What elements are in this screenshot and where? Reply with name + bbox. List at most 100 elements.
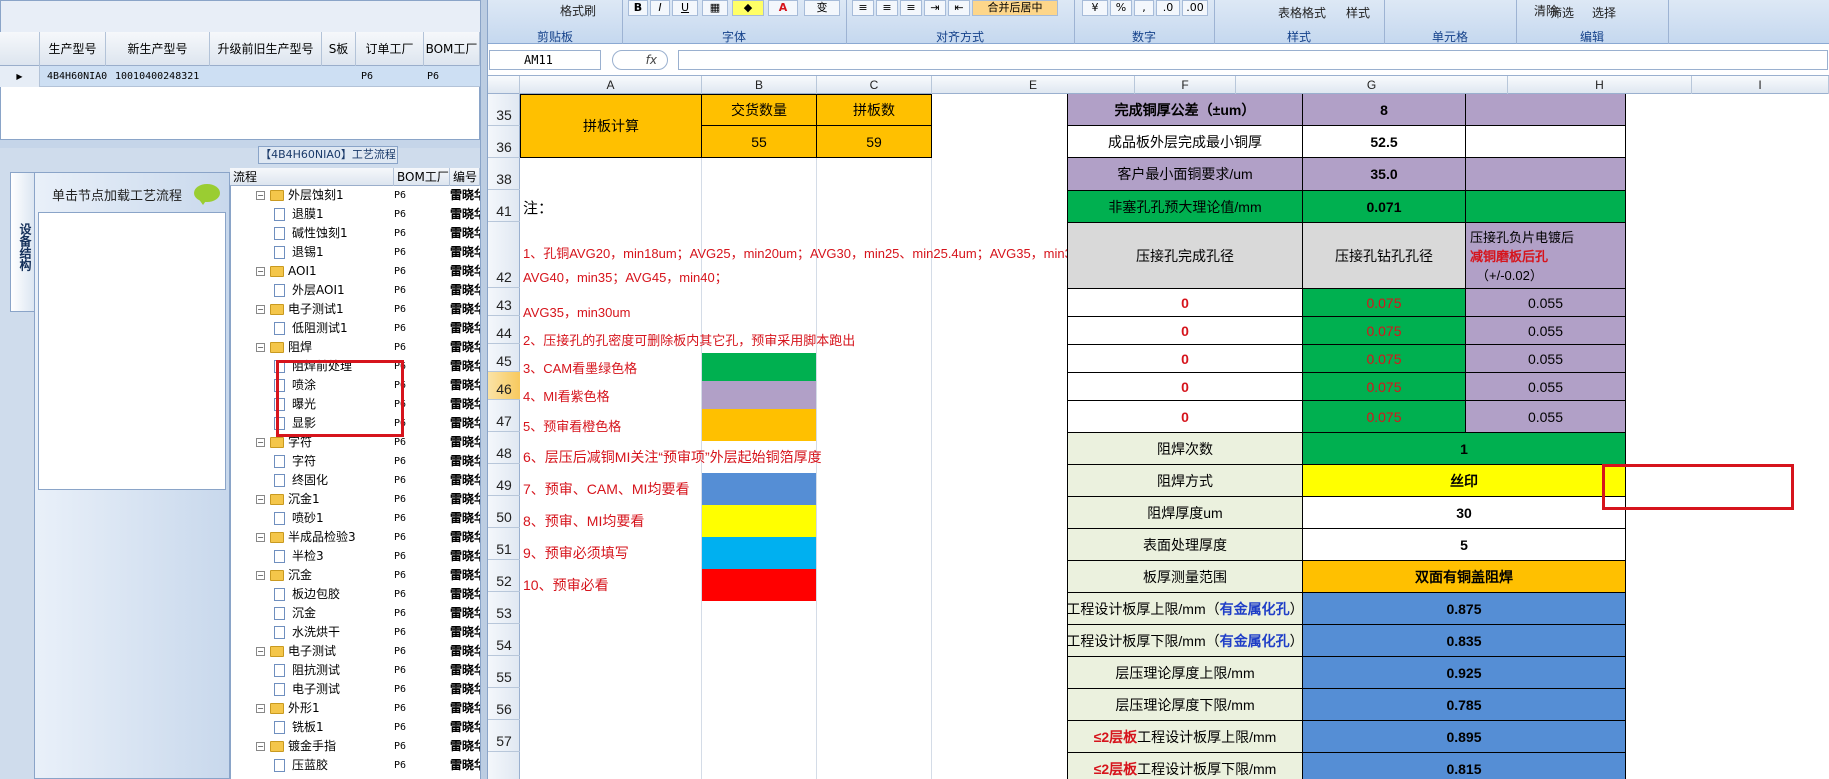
- cell-i-64[interactable]: [1466, 158, 1626, 191]
- cell-h44[interactable]: 0.075: [1303, 317, 1466, 345]
- table-row[interactable]: 4B4H60NIA0 10010400248321 P6 P6: [0, 66, 480, 87]
- cell-g41[interactable]: 非塞孔孔预大理论值/mm: [1068, 191, 1303, 223]
- row-header-49[interactable]: 49: [488, 464, 520, 496]
- insert-function-icon[interactable]: fx: [612, 50, 668, 70]
- col-header-old-model[interactable]: 升级前旧生产型号: [210, 32, 322, 66]
- cell-i45[interactable]: 0.055: [1466, 345, 1626, 373]
- underline-button[interactable]: U: [672, 0, 698, 16]
- cell-i-97[interactable]: [1466, 191, 1626, 223]
- cell-i47[interactable]: 0.055: [1466, 401, 1626, 433]
- cell-a35-pinban[interactable]: 拼板计算: [520, 94, 702, 158]
- cell-g56[interactable]: 层压理论厚度下限/mm: [1068, 689, 1303, 721]
- row-header-57[interactable]: 57: [488, 720, 520, 752]
- percent-button[interactable]: %: [1110, 0, 1132, 16]
- collapse-icon[interactable]: −: [256, 267, 265, 276]
- cell-i46[interactable]: 0.055: [1466, 373, 1626, 401]
- collapse-icon[interactable]: −: [256, 533, 265, 542]
- cell-g57[interactable]: ≤2层板 工程设计板厚上限/mm: [1068, 721, 1303, 753]
- row-header-36[interactable]: 36: [488, 126, 520, 158]
- cell-g36[interactable]: 成品板外层完成最小铜厚: [1068, 126, 1303, 158]
- tree-node-group[interactable]: − 电子测试1 P6 雷晓华: [230, 300, 480, 319]
- cell-b36-delivery-value[interactable]: 55: [701, 125, 817, 158]
- row-header-44[interactable]: 44: [488, 316, 520, 344]
- tree-node-step[interactable]: 半检3 P6 雷晓华: [230, 547, 480, 566]
- tree-node-group[interactable]: − 外层蚀刻1 P6 雷晓华: [230, 186, 480, 205]
- col-header-bom-factory[interactable]: BOM工厂: [424, 32, 480, 66]
- col-header-e[interactable]: E: [932, 76, 1135, 94]
- cell-h57[interactable]: 0.895: [1303, 721, 1626, 753]
- tree-node-step[interactable]: 终固化 P6 雷晓华: [230, 471, 480, 490]
- cell-h47[interactable]: 0.075: [1303, 401, 1466, 433]
- align-center-button[interactable]: ≡: [876, 0, 898, 16]
- tree-node-group[interactable]: − AOI1 P6 雷晓华: [230, 262, 480, 281]
- outdent-button[interactable]: ⇤: [948, 0, 970, 16]
- col-header-f[interactable]: F: [1135, 76, 1236, 94]
- row-header-56[interactable]: 56: [488, 688, 520, 720]
- col-header-order-factory[interactable]: 订单工厂: [356, 32, 424, 66]
- bold-button[interactable]: B: [628, 0, 648, 16]
- side-tab-equipment[interactable]: 设备结构: [10, 172, 34, 312]
- speech-bubble-icon[interactable]: [194, 184, 220, 205]
- swatch-blue[interactable]: [702, 473, 816, 505]
- col-header-h[interactable]: H: [1508, 76, 1692, 94]
- collapse-icon[interactable]: −: [256, 704, 265, 713]
- row-header-53[interactable]: 53: [488, 592, 520, 624]
- cell-g50[interactable]: 阻焊厚度um: [1068, 497, 1303, 529]
- phonetic-button[interactable]: 变: [804, 0, 840, 16]
- row-header-46[interactable]: 46: [488, 372, 520, 400]
- tree-node-step[interactable]: 字符 P6 雷晓华: [230, 452, 480, 471]
- cell-g35[interactable]: 完成铜厚公差（±um）: [1068, 94, 1303, 126]
- italic-button[interactable]: I: [650, 0, 670, 16]
- border-button[interactable]: ▦: [702, 0, 728, 16]
- cell-h55[interactable]: 0.925: [1303, 657, 1626, 689]
- cell-h35[interactable]: 8: [1303, 94, 1466, 126]
- tree-node-group[interactable]: − 沉金1 P6 雷晓华: [230, 490, 480, 509]
- select-all-corner[interactable]: [488, 76, 520, 94]
- row-header-38[interactable]: 38: [488, 158, 520, 190]
- tree-node-step[interactable]: 喷砂1 P6 雷晓华: [230, 509, 480, 528]
- col-header-g[interactable]: G: [1236, 76, 1508, 94]
- tree-node-step[interactable]: 水洗烘干 P6 雷晓华: [230, 623, 480, 642]
- row-header-48[interactable]: 48: [488, 432, 520, 464]
- swatch-green[interactable]: [702, 353, 816, 381]
- note-10[interactable]: 10、预审必看: [520, 569, 700, 601]
- cell-h56[interactable]: 0.785: [1303, 689, 1626, 721]
- swatch-yellow[interactable]: [702, 505, 816, 537]
- note-5[interactable]: 5、预审看橙色格: [520, 409, 700, 441]
- worksheet-grid[interactable]: 拼板计算 交货数量 拼板数 55 59 注： 1、孔铜AVG20，min18um…: [520, 94, 1829, 779]
- fill-color-button[interactable]: ◆: [732, 0, 764, 16]
- cell-h38[interactable]: 35.0: [1303, 158, 1466, 191]
- cell-h49[interactable]: 丝印: [1303, 465, 1626, 497]
- cell-h45[interactable]: 0.075: [1303, 345, 1466, 373]
- tree-node-step[interactable]: 碱性蚀刻1 P6 雷晓华: [230, 224, 480, 243]
- cell-g45[interactable]: 0: [1068, 345, 1303, 373]
- cell-g54[interactable]: 工程设计板厚下限/mm（ 有金属化孔）: [1068, 625, 1303, 657]
- tree-node-step[interactable]: 退锡1 P6 雷晓华: [230, 243, 480, 262]
- tree-node-group[interactable]: − 半成品检验3 P6 雷晓华: [230, 528, 480, 547]
- cell-product-model[interactable]: 4B4H60NIA0: [44, 66, 108, 87]
- cell-h48[interactable]: 1: [1303, 433, 1626, 465]
- cell-i44[interactable]: 0.055: [1466, 317, 1626, 345]
- table-format-button[interactable]: 表格格式: [1278, 4, 1326, 21]
- font-color-button[interactable]: A: [768, 0, 798, 16]
- vertical-splitter[interactable]: [480, 0, 488, 779]
- indent-button[interactable]: ⇥: [924, 0, 946, 16]
- align-right-button[interactable]: ≡: [900, 0, 922, 16]
- tree-node-step[interactable]: 压蓝胶 P6 雷晓华: [230, 756, 480, 775]
- collapse-icon[interactable]: −: [256, 191, 265, 200]
- align-left-button[interactable]: ≡: [852, 0, 874, 16]
- cell-h58[interactable]: 0.815: [1303, 753, 1626, 779]
- note-4[interactable]: 4、MI看紫色格: [520, 381, 700, 409]
- cell-b35-delivery-label[interactable]: 交货数量: [701, 94, 817, 126]
- note-1b[interactable]: AVG40，min35；AVG45，min40；: [520, 264, 1120, 288]
- comma-button[interactable]: ,: [1134, 0, 1154, 16]
- cell-g46[interactable]: 0: [1068, 373, 1303, 401]
- currency-button[interactable]: ¥: [1082, 0, 1108, 16]
- note-7[interactable]: 7、预审、CAM、MI均要看: [520, 473, 700, 505]
- tree-node-step[interactable]: 板边包胶 P6 雷晓华: [230, 585, 480, 604]
- col-header-a[interactable]: A: [520, 76, 702, 94]
- cell-g51[interactable]: 表面处理厚度: [1068, 529, 1303, 561]
- note-9[interactable]: 9、预审必须填写: [520, 537, 700, 569]
- cell-c35-panel-label[interactable]: 拼板数: [816, 94, 932, 126]
- cell-i43[interactable]: 0.055: [1466, 289, 1626, 317]
